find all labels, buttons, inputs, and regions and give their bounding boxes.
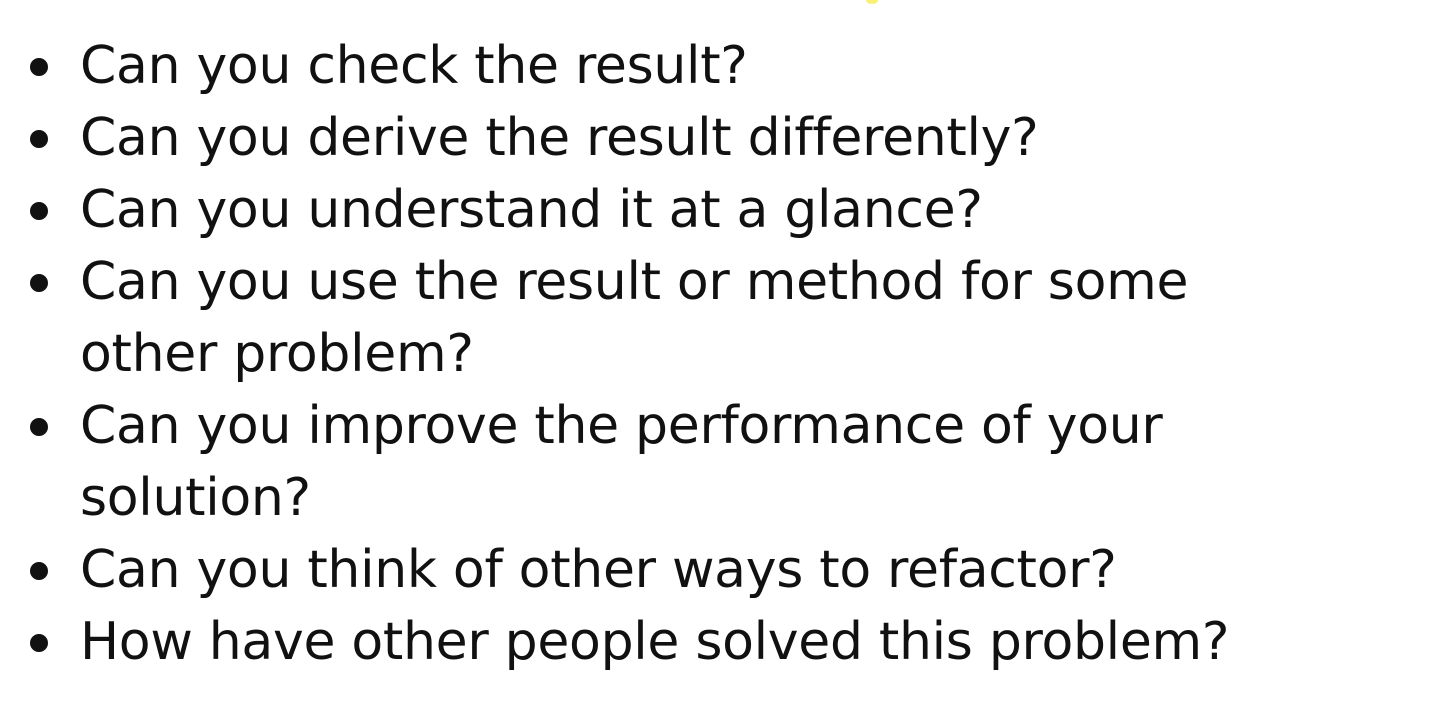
slide: Can you check the result? Can you derive…	[0, 0, 1440, 716]
bullet-text: Can you derive the result differently?	[80, 108, 1039, 168]
bullet-text: Can you think of other ways to refactor?	[80, 540, 1117, 600]
list-item: Can you improve the performance of your …	[24, 390, 1424, 534]
bullet-text: Can you understand it at a glance?	[80, 180, 983, 240]
bullet-icon	[30, 202, 48, 220]
bullet-icon	[30, 418, 48, 436]
list-item: Can you use the result or method for som…	[24, 246, 1424, 390]
bullet-icon	[30, 58, 48, 76]
bullet-icon	[30, 274, 48, 292]
bullet-list: Can you check the result? Can you derive…	[24, 30, 1424, 678]
bullet-text: How have other people solved this proble…	[80, 612, 1230, 672]
bullet-icon	[30, 634, 48, 652]
bullet-text: Can you use the result or method for som…	[80, 252, 1189, 384]
list-item: Can you understand it at a glance?	[24, 174, 1424, 246]
list-item: Can you derive the result differently?	[24, 102, 1424, 174]
bullet-icon	[30, 130, 48, 148]
bullet-icon	[30, 562, 48, 580]
accent-mark	[866, 0, 878, 4]
list-item: Can you think of other ways to refactor?	[24, 534, 1424, 606]
bullet-text: Can you check the result?	[80, 36, 748, 96]
list-item: How have other people solved this proble…	[24, 606, 1424, 678]
list-item: Can you check the result?	[24, 30, 1424, 102]
bullet-text: Can you improve the performance of your …	[80, 396, 1163, 528]
